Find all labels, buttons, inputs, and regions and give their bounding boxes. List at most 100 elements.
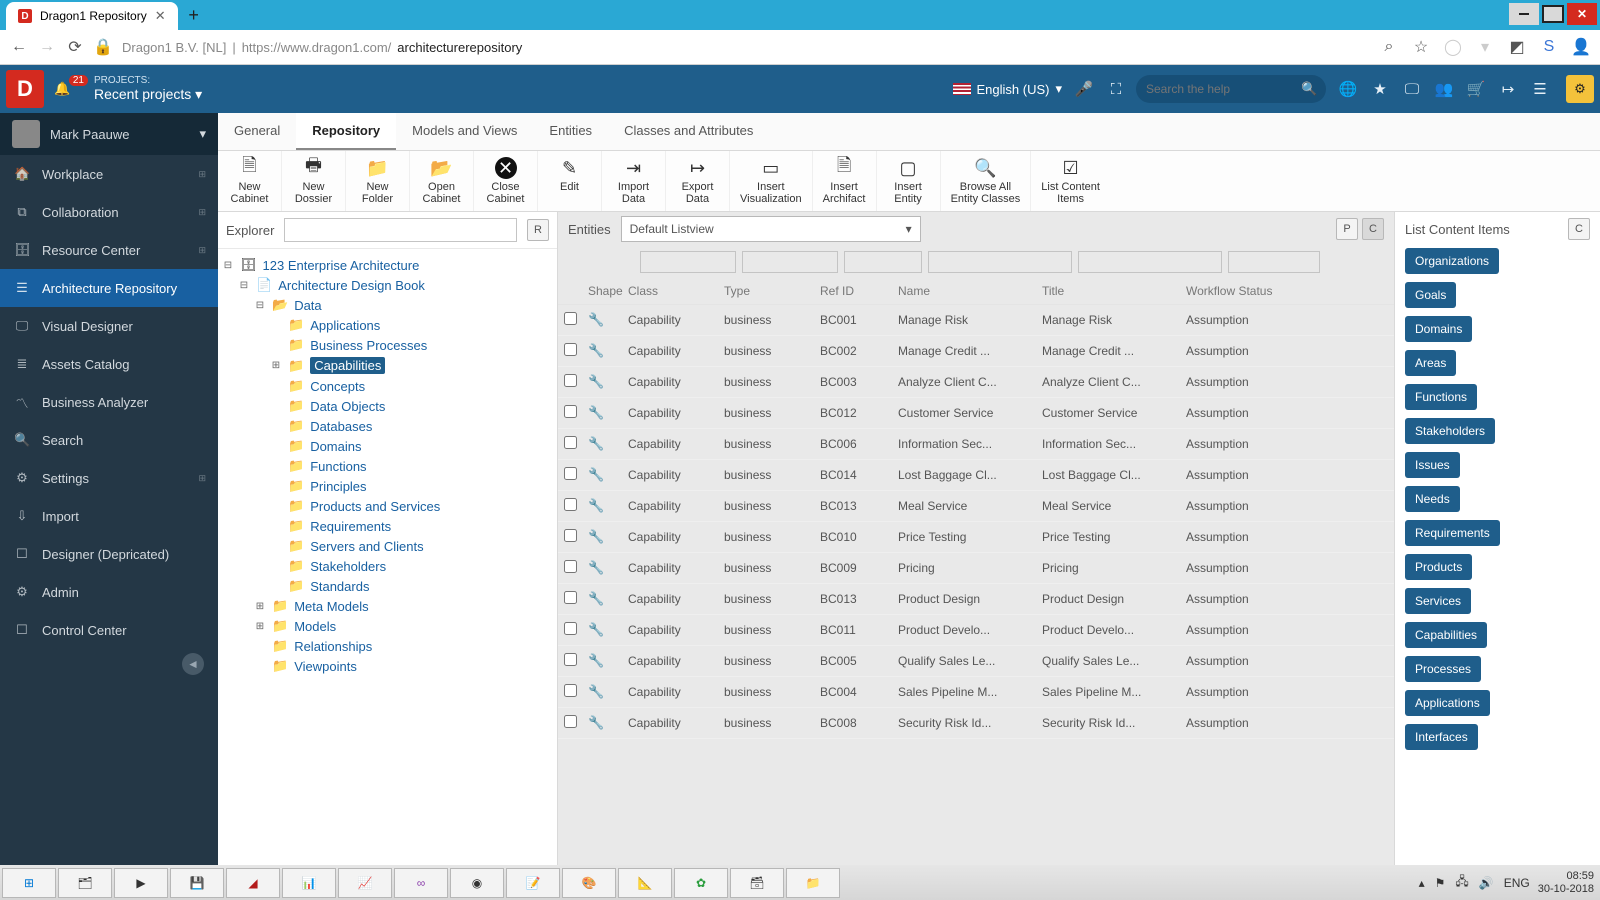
user-row[interactable]: Mark Paauwe ▾ bbox=[0, 113, 218, 155]
tree-node-architecture-design-book[interactable]: ⊟📄Architecture Design Book bbox=[222, 275, 553, 295]
entity-row[interactable]: 🔧 Capability business BC014 Lost Baggage… bbox=[558, 460, 1394, 491]
chip-processes[interactable]: Processes bbox=[1405, 656, 1481, 682]
task-chart1[interactable]: 📊 bbox=[282, 868, 336, 898]
notifications-icon[interactable]: 🔔21 bbox=[54, 81, 84, 97]
filter-ref[interactable] bbox=[844, 251, 922, 273]
tree-node-business-processes[interactable]: 📁Business Processes bbox=[222, 335, 553, 355]
new-tab-button[interactable]: + bbox=[184, 5, 204, 25]
tree-node-relationships[interactable]: 📁Relationships bbox=[222, 636, 553, 656]
tray-lang[interactable]: ENG bbox=[1504, 876, 1530, 890]
ribbon-edit[interactable]: ✎Edit bbox=[538, 151, 602, 211]
row-checkbox[interactable] bbox=[564, 715, 577, 728]
system-tray[interactable]: ▴ ⚑ 🖧 🔊 ENG bbox=[1419, 872, 1530, 893]
mic-icon[interactable]: 🎤 bbox=[1072, 80, 1096, 98]
tray-up-icon[interactable]: ▴ bbox=[1419, 876, 1425, 890]
start-button[interactable]: ⊞ bbox=[2, 868, 56, 898]
tree-node-stakeholders[interactable]: 📁Stakeholders bbox=[222, 556, 553, 576]
explorer-r-button[interactable]: R bbox=[527, 219, 549, 241]
ribbon-new-dossier[interactable]: 🖶NewDossier bbox=[282, 151, 346, 211]
task-chart2[interactable]: 📈 bbox=[338, 868, 392, 898]
entity-row[interactable]: 🔧 Capability business BC012 Customer Ser… bbox=[558, 398, 1394, 429]
entity-row[interactable]: 🔧 Capability business BC009 Pricing Pric… bbox=[558, 553, 1394, 584]
tree-node-applications[interactable]: 📁Applications bbox=[222, 315, 553, 335]
entity-row[interactable]: 🔧 Capability business BC013 Meal Service… bbox=[558, 491, 1394, 522]
tree-node-servers-and-clients[interactable]: 📁Servers and Clients bbox=[222, 536, 553, 556]
chip-goals[interactable]: Goals bbox=[1405, 282, 1456, 308]
row-checkbox[interactable] bbox=[564, 498, 577, 511]
task-powershell[interactable]: ▶ bbox=[114, 868, 168, 898]
col-type[interactable]: Type bbox=[724, 284, 820, 298]
col-name[interactable]: Name bbox=[898, 284, 1042, 298]
nav-back-icon[interactable]: ← bbox=[10, 38, 28, 56]
row-checkbox[interactable] bbox=[564, 622, 577, 635]
nav-forward-icon[interactable]: → bbox=[38, 38, 56, 56]
ribbon-import-data[interactable]: ⇥ImportData bbox=[602, 151, 666, 211]
ribbon-new-cabinet[interactable]: 🗎NewCabinet bbox=[218, 151, 282, 211]
row-checkbox[interactable] bbox=[564, 436, 577, 449]
tree-node-capabilities[interactable]: ⊞📁Capabilities bbox=[222, 355, 553, 376]
ribbon-close-cabinet[interactable]: ✕CloseCabinet bbox=[474, 151, 538, 211]
chip-services[interactable]: Services bbox=[1405, 588, 1471, 614]
chip-areas[interactable]: Areas bbox=[1405, 350, 1456, 376]
row-checkbox[interactable] bbox=[564, 653, 577, 666]
entity-row[interactable]: 🔧 Capability business BC005 Qualify Sale… bbox=[558, 646, 1394, 677]
tab-classes-and-attributes[interactable]: Classes and Attributes bbox=[608, 113, 769, 150]
window-close-button[interactable]: ✕ bbox=[1567, 3, 1597, 25]
filter-title[interactable] bbox=[1078, 251, 1222, 273]
tree-expander-icon[interactable]: ⊞ bbox=[270, 360, 282, 371]
nav-item-architecture-repository[interactable]: ☰Architecture Repository bbox=[0, 269, 218, 307]
ext3-icon[interactable]: ◩ bbox=[1508, 38, 1526, 56]
chip-issues[interactable]: Issues bbox=[1405, 452, 1460, 478]
filter-class[interactable] bbox=[640, 251, 736, 273]
entity-row[interactable]: 🔧 Capability business BC004 Sales Pipeli… bbox=[558, 677, 1394, 708]
nav-item-business-analyzer[interactable]: 〽Business Analyzer bbox=[0, 383, 218, 421]
row-checkbox[interactable] bbox=[564, 312, 577, 325]
entity-row[interactable]: 🔧 Capability business BC001 Manage Risk … bbox=[558, 305, 1394, 336]
filter-wf[interactable] bbox=[1228, 251, 1320, 273]
globe-icon[interactable]: 🌐 bbox=[1336, 80, 1360, 98]
nav-item-resource-center[interactable]: 🗄Resource Center⊞ bbox=[0, 231, 218, 269]
task-vs[interactable]: ∞ bbox=[394, 868, 448, 898]
ribbon-insert-visualization[interactable]: ▭InsertVisualization bbox=[730, 151, 813, 211]
entity-row[interactable]: 🔧 Capability business BC010 Price Testin… bbox=[558, 522, 1394, 553]
tray-vol-icon[interactable]: 🔊 bbox=[1479, 876, 1494, 890]
nav-item-workplace[interactable]: 🏠Workplace⊞ bbox=[0, 155, 218, 193]
task-file-explorer[interactable]: 🗂 bbox=[58, 868, 112, 898]
tree-node-meta-models[interactable]: ⊞📁Meta Models bbox=[222, 596, 553, 616]
ext2-icon[interactable]: ▾ bbox=[1476, 38, 1494, 56]
cart-icon[interactable]: 🛒 bbox=[1464, 80, 1488, 98]
entities-c-button[interactable]: C bbox=[1362, 218, 1384, 240]
nav-item-control-center[interactable]: ☐Control Center bbox=[0, 611, 218, 649]
browser-tab[interactable]: D Dragon1 Repository ✕ bbox=[6, 2, 178, 30]
nav-item-assets-catalog[interactable]: ≣Assets Catalog bbox=[0, 345, 218, 383]
chip-interfaces[interactable]: Interfaces bbox=[1405, 724, 1478, 750]
ribbon-insert-archifact[interactable]: 🗎InsertArchifact bbox=[813, 151, 877, 211]
row-checkbox[interactable] bbox=[564, 591, 577, 604]
content-items-c-button[interactable]: C bbox=[1568, 218, 1590, 240]
tree-node-123-enterprise-architecture[interactable]: ⊟🗄123 Enterprise Architecture bbox=[222, 255, 553, 275]
entity-row[interactable]: 🔧 Capability business BC013 Product Desi… bbox=[558, 584, 1394, 615]
chip-domains[interactable]: Domains bbox=[1405, 316, 1472, 342]
tree-node-functions[interactable]: 📁Functions bbox=[222, 456, 553, 476]
tree-expander-icon[interactable]: ⊟ bbox=[254, 300, 266, 311]
task-save[interactable]: 💾 bbox=[170, 868, 224, 898]
settings-gear-button[interactable]: ⚙ bbox=[1566, 75, 1594, 103]
entity-row[interactable]: 🔧 Capability business BC011 Product Deve… bbox=[558, 615, 1394, 646]
search-icon[interactable]: 🔍 bbox=[1301, 81, 1317, 97]
explorer-search-input[interactable] bbox=[284, 218, 517, 242]
tree-expander-icon[interactable]: ⊟ bbox=[222, 260, 234, 271]
logout-icon[interactable]: ↦ bbox=[1496, 80, 1520, 98]
nav-item-designer-depricated-[interactable]: ☐Designer (Depricated) bbox=[0, 535, 218, 573]
tree-expander-icon[interactable]: ⊞ bbox=[254, 621, 266, 632]
tab-entities[interactable]: Entities bbox=[533, 113, 608, 150]
col-class[interactable]: Class bbox=[628, 284, 724, 298]
col-shape[interactable]: Shape bbox=[588, 284, 628, 298]
col-wf[interactable]: Workflow Status bbox=[1186, 284, 1278, 298]
col-ref[interactable]: Ref ID bbox=[820, 284, 898, 298]
tab-general[interactable]: General bbox=[218, 113, 296, 150]
filter-type[interactable] bbox=[742, 251, 838, 273]
ribbon-open-cabinet[interactable]: 📂OpenCabinet bbox=[410, 151, 474, 211]
nav-item-collaboration[interactable]: ⧉Collaboration⊞ bbox=[0, 193, 218, 231]
monitor-icon[interactable]: 🖵 bbox=[1400, 81, 1424, 98]
ribbon-browse-all-entity-classes[interactable]: 🔍Browse AllEntity Classes bbox=[941, 151, 1032, 211]
